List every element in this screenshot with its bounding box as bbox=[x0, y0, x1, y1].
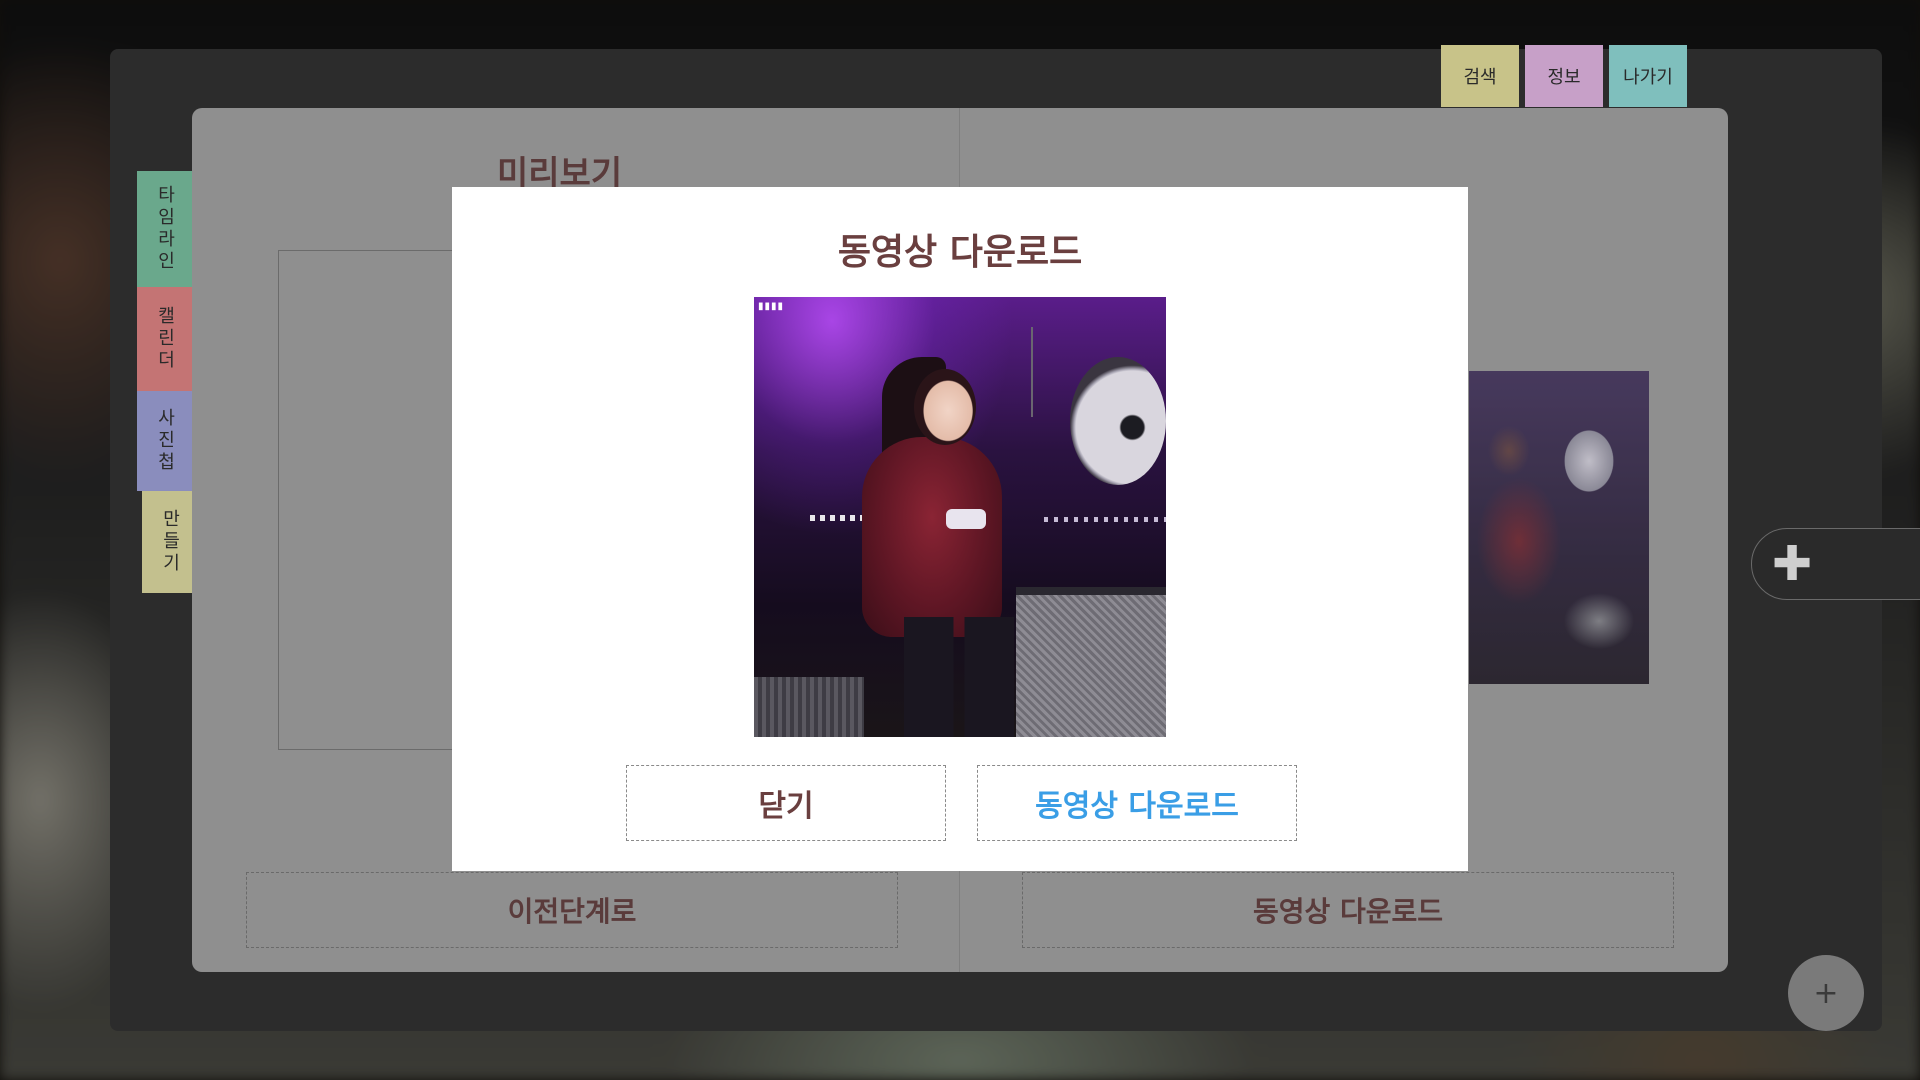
download-button[interactable]: 동영상 다운로드 bbox=[977, 765, 1297, 841]
prev-step-button[interactable]: 이전단계로 bbox=[246, 872, 898, 948]
performer-head bbox=[914, 369, 976, 445]
video-preview[interactable]: ▮▮▮▮ bbox=[754, 297, 1166, 737]
video-indicator-icon: ▮▮▮▮ bbox=[758, 301, 785, 312]
performer-body bbox=[862, 437, 1002, 637]
tab-search[interactable]: 검색 bbox=[1441, 45, 1519, 107]
floating-add-button[interactable]: + bbox=[1788, 955, 1864, 1031]
cymbal-stand bbox=[1004, 327, 1064, 417]
video-thumbnail bbox=[1469, 371, 1649, 684]
side-tab-bar: 타임라인 캘린더 사진첩 만들기 bbox=[137, 171, 197, 593]
tab-info[interactable]: 정보 bbox=[1525, 45, 1603, 107]
keyboard bbox=[754, 677, 864, 737]
drum bbox=[1070, 357, 1166, 485]
performer-cuff bbox=[946, 509, 986, 529]
close-button[interactable]: 닫기 bbox=[626, 765, 946, 841]
performer-legs bbox=[904, 617, 1014, 737]
led-strip bbox=[1044, 517, 1166, 522]
side-tab-create[interactable]: 만들기 bbox=[142, 491, 197, 593]
amplifier bbox=[1016, 587, 1166, 737]
top-tab-bar: 검색 정보 나가기 bbox=[1441, 45, 1687, 107]
side-tab-calendar[interactable]: 캘린더 bbox=[137, 287, 192, 391]
plus-icon: + bbox=[1813, 975, 1839, 1011]
book-download-button[interactable]: 동영상 다운로드 bbox=[1022, 872, 1674, 948]
modal-title: 동영상 다운로드 bbox=[837, 232, 1083, 273]
download-modal: 동영상 다운로드 ▮▮▮▮ 닫기 동영상 다운로드 bbox=[452, 187, 1468, 871]
plus-icon: ✚ bbox=[1772, 536, 1813, 592]
tab-exit[interactable]: 나가기 bbox=[1609, 45, 1687, 107]
side-tab-album[interactable]: 사진첩 bbox=[137, 391, 192, 491]
add-panel-button[interactable]: ✚ bbox=[1751, 528, 1920, 600]
side-tab-timeline[interactable]: 타임라인 bbox=[137, 171, 192, 287]
